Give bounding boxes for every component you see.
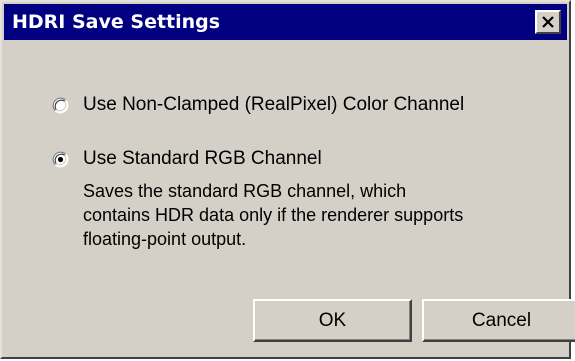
radio-standard-rgb[interactable] (52, 151, 69, 168)
hdri-save-settings-dialog: HDRI Save Settings Use Non-Clamped (Real… (0, 0, 575, 359)
option-standard-rgb-label: Use Standard RGB Channel (83, 148, 322, 169)
option-non-clamped[interactable]: Use Non-Clamped (RealPixel) Color Channe… (52, 94, 464, 116)
ok-button[interactable]: OK (253, 299, 412, 342)
title-bar[interactable]: HDRI Save Settings (4, 4, 567, 40)
close-icon (541, 16, 555, 28)
dialog-title: HDRI Save Settings (12, 11, 221, 33)
close-button[interactable] (535, 10, 561, 34)
radio-non-clamped[interactable] (52, 97, 69, 114)
option-standard-rgb[interactable]: Use Standard RGB Channel (52, 148, 322, 170)
cancel-button[interactable]: Cancel (422, 299, 575, 342)
description-line: contains HDR data only if the renderer s… (83, 205, 464, 225)
description-line: Saves the standard RGB channel, which (83, 181, 407, 201)
description-line: floating-point output. (83, 229, 247, 249)
option-non-clamped-label: Use Non-Clamped (RealPixel) Color Channe… (83, 94, 465, 115)
option-description: Saves the standard RGB channel, which co… (83, 179, 533, 251)
